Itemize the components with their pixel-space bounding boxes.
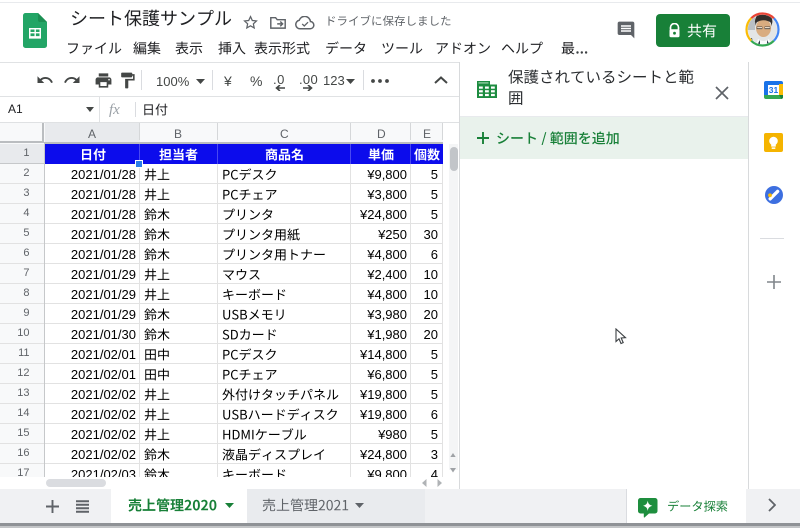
svg-text:31: 31	[769, 85, 779, 95]
